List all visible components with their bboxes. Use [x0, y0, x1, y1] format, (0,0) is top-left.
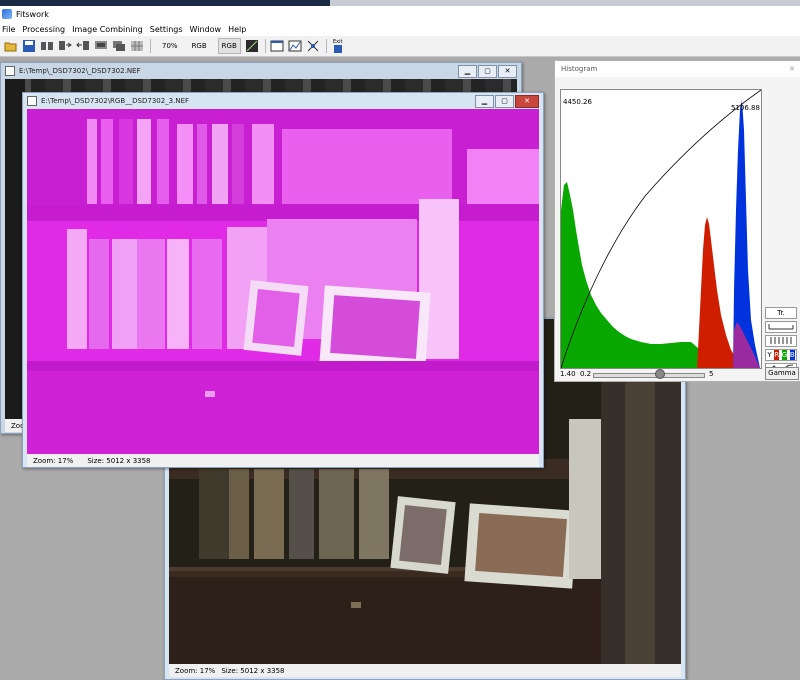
window-controls: ▁ ▢ ✕	[457, 65, 517, 78]
save-icon	[23, 40, 35, 52]
gamma-slider[interactable]	[593, 373, 705, 378]
tool-button-1[interactable]	[40, 39, 54, 53]
window-button[interactable]	[270, 39, 284, 53]
histogram-panel[interactable]: Histogram ✕ 4450.26 5106.88 1.40 0.2 5 T…	[554, 60, 800, 382]
histogram-plot	[561, 90, 761, 368]
tool-button-5[interactable]	[112, 39, 126, 53]
window-controls: ▁ ▢ ✕	[474, 95, 539, 108]
menu-processing[interactable]: Processing	[22, 25, 70, 34]
channel-g-button[interactable]: G	[781, 350, 788, 360]
tool-button-7[interactable]	[306, 39, 320, 53]
histogram-title: Histogram	[555, 61, 800, 77]
close-button[interactable]: ✕	[515, 95, 539, 108]
monitor-icon	[95, 41, 107, 49]
window-title: E:\Temp\_DSD7302\_DSD7302.NEF	[19, 67, 141, 75]
bars-icon	[770, 337, 792, 344]
histogram-max-right: 5106.88	[731, 104, 760, 112]
bars-button[interactable]	[765, 335, 797, 347]
exit-button[interactable]: Exit	[331, 39, 345, 53]
channel-r-button[interactable]: R	[774, 350, 780, 360]
transfer-button[interactable]: Tr.	[765, 307, 797, 319]
curve-icon	[768, 324, 794, 330]
magenta-bookshelf-photo	[27, 109, 539, 454]
slider-value: 1.40	[560, 370, 576, 378]
window-titlebar[interactable]: E:\Temp\_DSD7302\_DSD7302.NEF ▁ ▢ ✕	[1, 63, 521, 79]
tool-icon-1	[41, 42, 53, 50]
toolbar-separator	[325, 39, 327, 53]
app-title: Fitswork	[16, 9, 49, 19]
channel-y-button[interactable]: Y	[767, 350, 771, 360]
zoom-70-button[interactable]: 70%	[159, 39, 181, 53]
minimize-button[interactable]: ▁	[458, 65, 477, 78]
tool-button-4[interactable]	[94, 39, 108, 53]
window-icon	[270, 40, 284, 52]
dots-icon	[307, 40, 319, 52]
rgb-button[interactable]: RGB	[189, 39, 210, 53]
menu-help[interactable]: Help	[228, 25, 251, 34]
gamma-slider-handle[interactable]	[655, 369, 665, 379]
channel-b-button[interactable]: B	[789, 350, 795, 360]
histogram-graph[interactable]	[560, 89, 762, 369]
menubar: File Processing Image Combining Settings…	[0, 22, 800, 36]
toolbar: 70% RGB RGB Exit	[0, 36, 800, 57]
app-titlebar: Fitswork	[0, 6, 800, 22]
open-folder-button[interactable]	[4, 39, 18, 53]
image-window-front[interactable]: E:\Temp\_DSD7302\RGB__DSD7302_3.NEF ▁ ▢ …	[22, 92, 544, 468]
tool-icon-2	[59, 41, 72, 50]
gamma-button[interactable]: Gamma	[765, 367, 799, 380]
status-zoom: Zoom: 17%	[175, 666, 216, 675]
histogram-max-left: 4450.26	[563, 98, 592, 106]
status-bar: Zoom: 17% Size: 5012 x 3358	[169, 664, 681, 677]
tool-button-6[interactable]	[130, 39, 144, 53]
app-icon	[2, 9, 12, 19]
stretch-button[interactable]	[245, 39, 259, 53]
close-button[interactable]: ✕	[498, 65, 517, 78]
slider-min-label: 0.2	[580, 370, 592, 378]
stretch-icon	[245, 40, 258, 52]
histogram-icon	[288, 40, 302, 52]
rgb-toggle-button[interactable]: RGB	[217, 38, 241, 54]
open-folder-icon	[4, 42, 17, 52]
slider-max-label: 5	[709, 370, 714, 378]
channel-selector: Y R G B	[765, 349, 797, 361]
tool-button-2[interactable]	[58, 39, 72, 53]
histogram-close-button[interactable]: ✕	[787, 64, 797, 74]
status-size: Size: 5012 x 3358	[87, 456, 151, 465]
window-icon	[27, 96, 37, 106]
red-histogram	[697, 217, 739, 368]
status-size: Size: 5012 x 3358	[221, 666, 285, 675]
histogram-button[interactable]	[288, 39, 302, 53]
stack-icon	[113, 41, 125, 51]
menu-image-combining[interactable]: Image Combining	[72, 25, 148, 34]
maximize-button[interactable]: ▢	[495, 95, 514, 108]
menu-settings[interactable]: Settings	[150, 25, 188, 34]
exit-door-icon	[333, 45, 342, 53]
grid-icon	[131, 41, 143, 51]
save-button[interactable]	[22, 39, 36, 53]
menu-window[interactable]: Window	[190, 25, 227, 34]
window-title: E:\Temp\_DSD7302\RGB__DSD7302_3.NEF	[41, 97, 190, 105]
maximize-button[interactable]: ▢	[478, 65, 497, 78]
toolbar-separator	[264, 39, 266, 53]
green-histogram	[561, 182, 701, 368]
status-zoom: Zoom: 17%	[33, 456, 74, 465]
window-titlebar[interactable]: E:\Temp\_DSD7302\RGB__DSD7302_3.NEF ▁ ▢ …	[23, 93, 543, 109]
minimize-button[interactable]: ▁	[475, 95, 494, 108]
toolbar-separator	[150, 39, 151, 53]
tool-button-3[interactable]	[76, 39, 90, 53]
status-bar: Zoom: 17% Size: 5012 x 3358	[27, 454, 539, 467]
menu-file[interactable]: File	[2, 25, 20, 34]
curve-button[interactable]	[765, 321, 797, 333]
image-canvas[interactable]	[27, 109, 539, 454]
tool-icon-3	[76, 41, 89, 50]
window-icon	[5, 66, 15, 76]
